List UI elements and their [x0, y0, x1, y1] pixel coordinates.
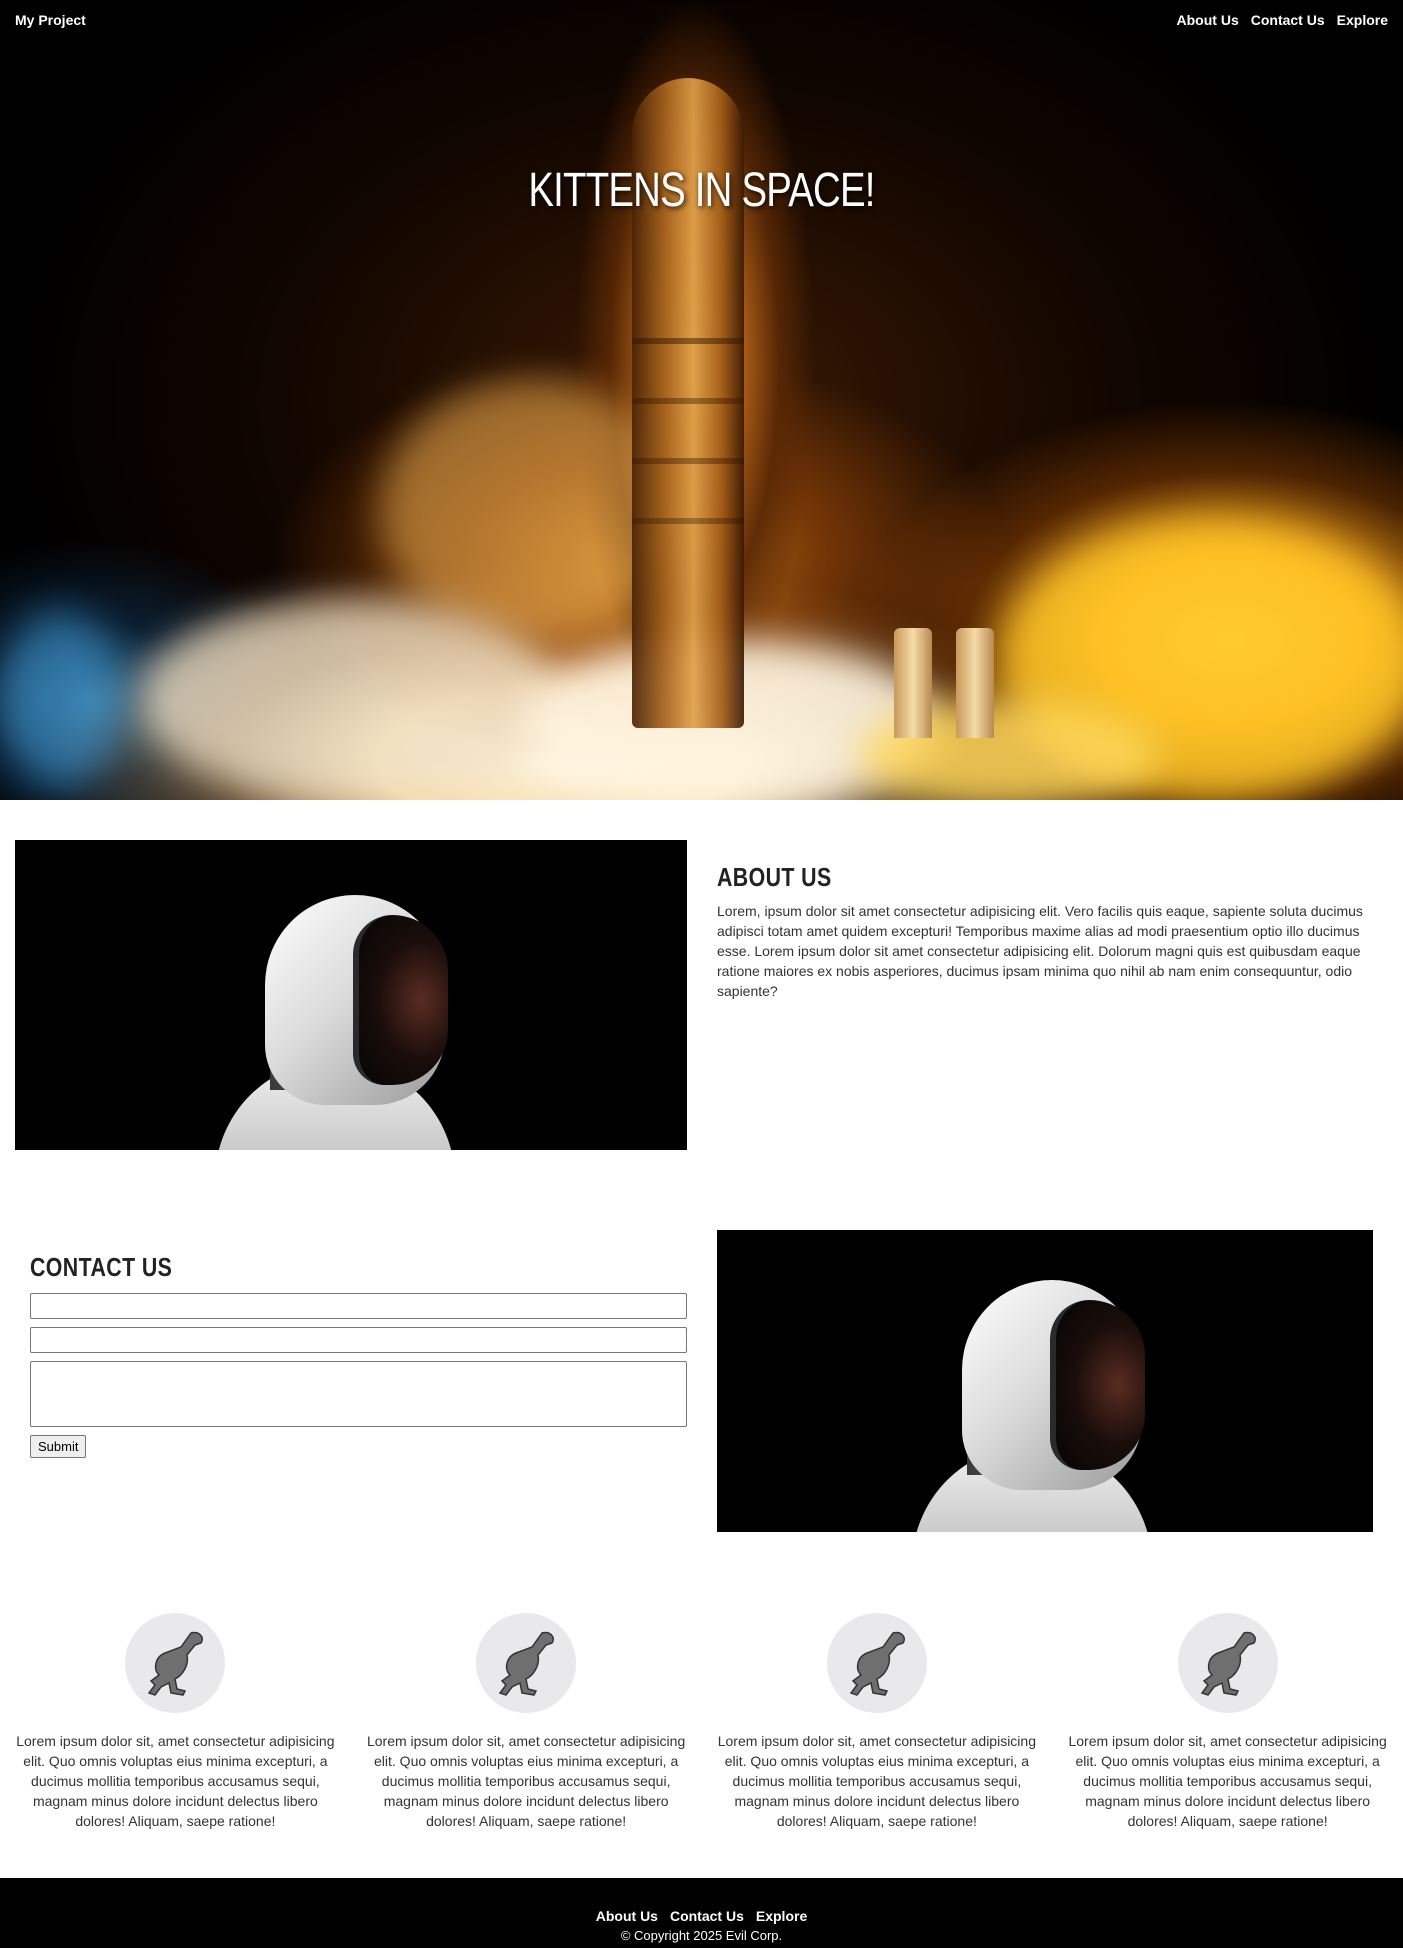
footer-links: About Us Contact Us Explore	[0, 1908, 1403, 1924]
rocket-launch-image	[0, 0, 1403, 800]
brand-link[interactable]: My Project	[15, 12, 86, 28]
contact-field-2[interactable]	[30, 1327, 687, 1353]
feature-card: Lorem ipsum dolor sit, amet consectetur …	[702, 1613, 1053, 1831]
features-section: Lorem ipsum dolor sit, amet consectetur …	[0, 1613, 1403, 1831]
hero-title: KITTENS IN SPACE!	[528, 164, 875, 217]
feature-card: Lorem ipsum dolor sit, amet consectetur …	[1052, 1613, 1403, 1831]
submit-button[interactable]: Submit	[30, 1435, 87, 1458]
tank-shape	[894, 628, 932, 738]
hero-section: KITTENS IN SPACE!	[0, 0, 1403, 800]
footer: About Us Contact Us Explore © Copyright …	[0, 1878, 1403, 1948]
feature-text: Lorem ipsum dolor sit, amet consectetur …	[16, 1733, 335, 1829]
nav-about-link[interactable]: About Us	[1177, 12, 1239, 28]
about-title: ABOUT US	[717, 862, 832, 892]
contact-title: CONTACT US	[30, 1252, 173, 1282]
feature-card: Lorem ipsum dolor sit, amet consectetur …	[351, 1613, 702, 1831]
top-nav: My Project About Us Contact Us Explore	[0, 0, 1403, 40]
about-body: Lorem, ipsum dolor sit amet consectetur …	[717, 903, 1363, 999]
about-section: ABOUT US Lorem, ipsum dolor sit amet con…	[717, 862, 1387, 1001]
nav-links: About Us Contact Us Explore	[1177, 12, 1388, 28]
creature-icon	[125, 1613, 226, 1713]
creature-icon	[826, 1613, 927, 1713]
creature-icon	[1177, 1613, 1278, 1713]
astronaut-image	[717, 1230, 1373, 1532]
contact-message-field[interactable]	[30, 1361, 687, 1427]
nav-explore-link[interactable]: Explore	[1337, 12, 1388, 28]
feature-text: Lorem ipsum dolor sit, amet consectetur …	[366, 1733, 686, 1829]
footer-about-link[interactable]: About Us	[596, 1908, 658, 1924]
feature-text: Lorem ipsum dolor sit, amet consectetur …	[717, 1733, 1036, 1829]
astronaut-image	[15, 840, 687, 1150]
creature-icon	[476, 1613, 577, 1713]
footer-contact-link[interactable]: Contact Us	[670, 1908, 744, 1924]
visor-shape	[1050, 1300, 1145, 1470]
nav-contact-link[interactable]: Contact Us	[1251, 12, 1325, 28]
copyright-text: © Copyright 2025 Evil Corp.	[620, 1928, 783, 1943]
footer-explore-link[interactable]: Explore	[756, 1908, 807, 1924]
visor-shape	[353, 915, 448, 1085]
contact-form: CONTACT US Submit	[30, 1252, 688, 1458]
tank-shape	[956, 628, 994, 738]
feature-text: Lorem ipsum dolor sit, amet consectetur …	[1068, 1733, 1387, 1829]
feature-card: Lorem ipsum dolor sit, amet consectetur …	[0, 1613, 351, 1831]
contact-field-1[interactable]	[30, 1293, 687, 1319]
